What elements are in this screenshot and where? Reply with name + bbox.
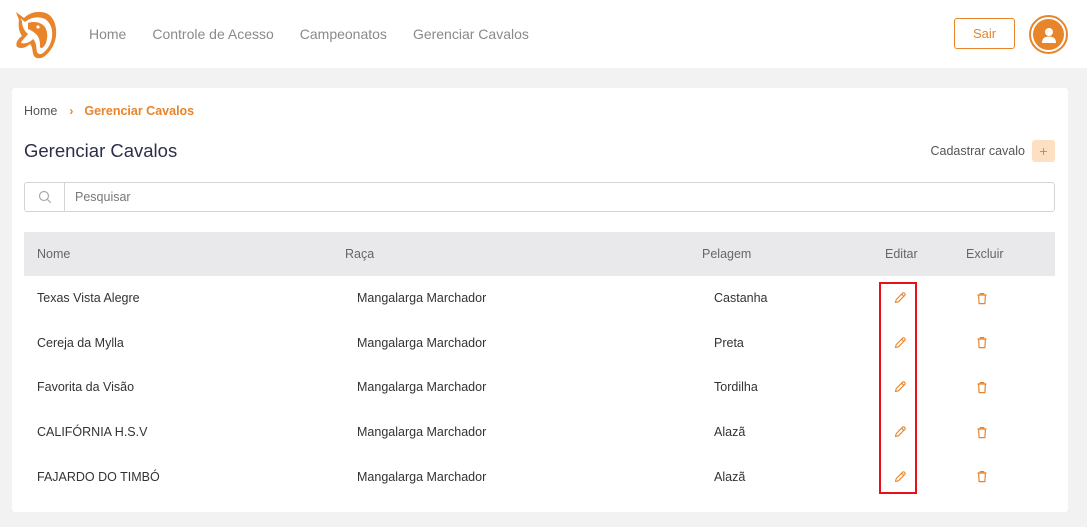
trash-icon[interactable] xyxy=(974,276,990,321)
table-header: Nome Raça Pelagem Editar Excluir xyxy=(24,232,1055,276)
plus-icon[interactable]: + xyxy=(1032,140,1055,162)
cell-pelagem: Tordilha xyxy=(714,380,758,395)
header-raca[interactable]: Raça xyxy=(345,232,374,276)
add-horse-label: Cadastrar cavalo xyxy=(930,144,1026,158)
user-icon xyxy=(1033,19,1064,50)
cell-raca: Mangalarga Marchador xyxy=(357,469,487,484)
search-bar xyxy=(24,182,1055,212)
breadcrumb: Home › Gerenciar Cavalos xyxy=(24,104,194,118)
nav-item-home[interactable]: Home xyxy=(89,26,126,42)
logout-button[interactable]: Sair xyxy=(954,18,1015,49)
cell-raca: Mangalarga Marchador xyxy=(357,291,487,306)
add-horse-button[interactable]: Cadastrar cavalo + xyxy=(930,140,1055,162)
trash-icon[interactable] xyxy=(974,454,990,499)
cell-pelagem: Castanha xyxy=(714,291,768,306)
avatar[interactable] xyxy=(1029,15,1068,54)
cell-raca: Mangalarga Marchador xyxy=(357,380,487,395)
cell-nome: Favorita da Visão xyxy=(37,380,135,395)
header-nome[interactable]: Nome xyxy=(37,232,70,276)
nav-item-controle-de-acesso[interactable]: Controle de Acesso xyxy=(152,26,273,42)
cell-nome: Cereja da Mylla xyxy=(37,335,124,350)
cell-nome: FAJARDO DO TIMBÓ xyxy=(37,469,160,484)
trash-icon[interactable] xyxy=(974,321,990,366)
edit-column-highlight xyxy=(879,282,917,494)
content-card: Home › Gerenciar Cavalos Gerenciar Caval… xyxy=(12,88,1068,512)
breadcrumb-current: Gerenciar Cavalos xyxy=(84,104,195,118)
nav-item-campeonatos[interactable]: Campeonatos xyxy=(300,26,387,42)
breadcrumb-home[interactable]: Home xyxy=(24,104,57,118)
top-navbar: Home Controle de Acesso Campeonatos Gere… xyxy=(0,0,1087,68)
horse-head-logo-icon[interactable] xyxy=(10,6,60,62)
cell-pelagem: Alazã xyxy=(714,425,746,440)
chevron-right-icon: › xyxy=(69,104,74,118)
cell-nome: CALIFÓRNIA H.S.V xyxy=(37,425,148,440)
trash-icon[interactable] xyxy=(974,365,990,410)
header-excluir: Excluir xyxy=(966,247,1004,261)
search-input[interactable] xyxy=(65,183,1054,211)
cell-pelagem: Alazã xyxy=(714,469,746,484)
trash-icon[interactable] xyxy=(974,410,990,455)
main-nav: Home Controle de Acesso Campeonatos Gere… xyxy=(89,0,555,68)
header-pelagem[interactable]: Pelagem xyxy=(702,232,751,276)
cell-pelagem: Preta xyxy=(714,335,744,350)
cell-nome: Texas Vista Alegre xyxy=(37,291,140,306)
nav-item-gerenciar-cavalos[interactable]: Gerenciar Cavalos xyxy=(413,26,529,42)
cell-raca: Mangalarga Marchador xyxy=(357,425,487,440)
cell-raca: Mangalarga Marchador xyxy=(357,335,487,350)
header-editar: Editar xyxy=(885,247,918,261)
page-title: Gerenciar Cavalos xyxy=(24,140,178,161)
search-icon[interactable] xyxy=(25,183,65,211)
